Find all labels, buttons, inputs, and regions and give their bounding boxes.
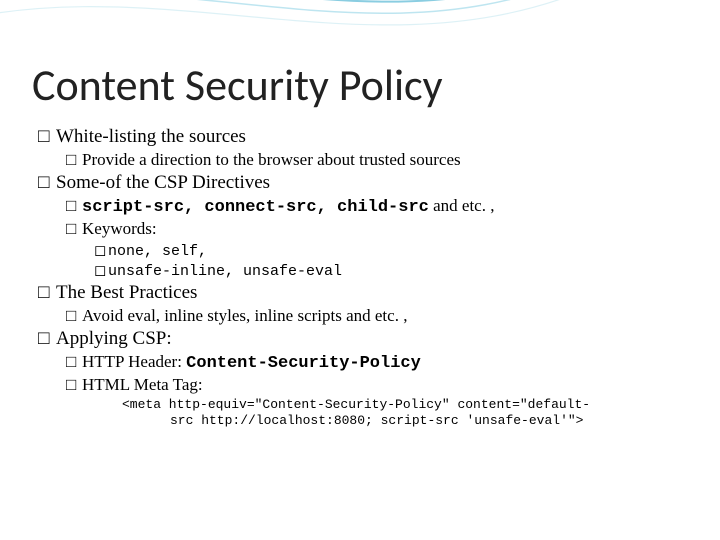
meta-example: <meta http-equiv="Content-Security-Polic… <box>122 397 688 430</box>
bullet-text: Some-of the CSP Directives <box>56 172 270 193</box>
bullet-keywords-2: ◻ unsafe-inline, unsafe-eval <box>94 261 688 280</box>
bullet-text: The Best Practices <box>56 282 197 303</box>
bullet-marker: ◻ <box>94 261 108 279</box>
bullet-meta-tag: □ HTML Meta Tag: <box>66 375 688 395</box>
bullet-marker: □ <box>38 126 56 148</box>
bullet-marker: □ <box>66 352 82 372</box>
bullet-whitelisting-sub: □ Provide a direction to the browser abo… <box>66 150 688 170</box>
bullet-marker: □ <box>66 219 82 239</box>
bullet-text: and etc. , <box>429 196 495 215</box>
bullet-marker: □ <box>38 172 56 194</box>
bullet-text: HTML Meta Tag: <box>82 375 203 394</box>
bullet-text: Keywords: <box>82 219 157 238</box>
bullet-marker: □ <box>66 196 82 216</box>
code-text: unsafe-inline, unsafe-eval <box>108 263 342 280</box>
bullet-keywords-1: ◻ none, self, <box>94 241 688 260</box>
bullet-text: Provide a direction to the browser about… <box>82 150 461 169</box>
bullet-text: Applying CSP: <box>56 328 172 349</box>
slide-content: Content Security Policy □ White-listing … <box>0 0 720 430</box>
bullet-directives: □ Some-of the CSP Directives <box>38 172 688 194</box>
bullet-marker: □ <box>66 375 82 395</box>
bullet-best-practices-sub: □ Avoid eval, inline styles, inline scri… <box>66 306 688 326</box>
code-text: none, self, <box>108 243 207 260</box>
bullet-http-header: □ HTTP Header: Content-Security-Policy <box>66 352 688 373</box>
bullet-marker: □ <box>66 306 82 326</box>
bullet-marker: □ <box>38 328 56 350</box>
slide-title: Content Security Policy <box>32 58 688 112</box>
code-line-1: <meta http-equiv="Content-Security-Polic… <box>122 397 590 412</box>
bullet-whitelisting: □ White-listing the sources <box>38 126 688 148</box>
bullet-marker: □ <box>66 150 82 170</box>
bullet-applying: □ Applying CSP: <box>38 328 688 350</box>
code-text: script-src, connect-src, child-src <box>82 198 429 217</box>
code-line-2: src http://localhost:8080; script-src 'u… <box>122 413 688 429</box>
bullet-best-practices: □ The Best Practices <box>38 282 688 304</box>
bullet-text: Avoid eval, inline styles, inline script… <box>82 306 407 325</box>
bullet-text: HTTP Header: <box>82 352 186 371</box>
bullet-directives-codes: □ script-src, connect-src, child-src and… <box>66 196 688 217</box>
code-text: Content-Security-Policy <box>186 354 421 373</box>
bullet-marker: □ <box>38 282 56 304</box>
bullet-text: White-listing the sources <box>56 126 246 147</box>
bullet-marker: ◻ <box>94 241 108 259</box>
bullet-keywords: □ Keywords: <box>66 219 688 239</box>
